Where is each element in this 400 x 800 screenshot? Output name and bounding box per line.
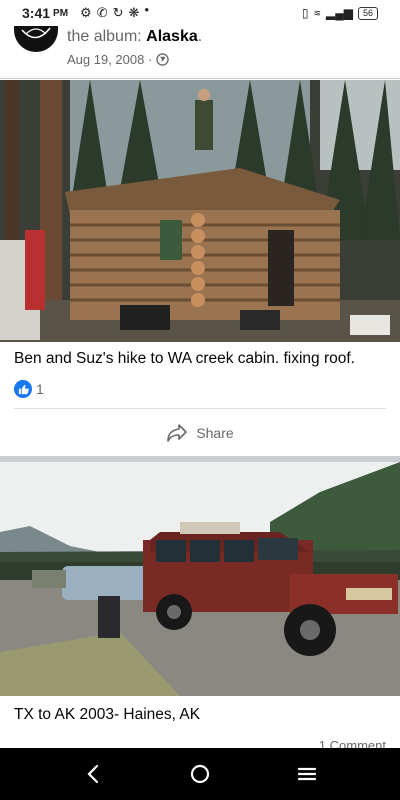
system-nav-bar: [0, 748, 400, 800]
album-link[interactable]: Alaska: [146, 28, 198, 45]
photo-cabin[interactable]: [0, 80, 400, 342]
reactions-summary[interactable]: 1: [14, 380, 44, 398]
post-caption: Ben and Suz's hike to WA creek cabin. fi…: [14, 350, 355, 367]
post-date-text: Aug 19, 2008 ·: [67, 52, 153, 67]
recents-button[interactable]: [287, 754, 327, 794]
post-date[interactable]: Aug 19, 2008 ·: [67, 52, 170, 67]
wifi-icon: ≋: [313, 7, 322, 18]
back-icon: [87, 764, 99, 784]
album-prefix: the album:: [67, 28, 147, 45]
signal-icon: ▂▄▆: [326, 6, 353, 20]
divider: [0, 78, 400, 79]
share-label: Share: [196, 424, 234, 441]
share-button[interactable]: Share: [14, 408, 386, 456]
gear-icon: ⚙: [80, 5, 92, 20]
home-icon: [190, 764, 210, 784]
post-header: the album: Alaska. Aug 19, 2008 ·: [0, 16, 400, 80]
phone-icon: ✆: [96, 5, 108, 20]
sync-icon: ↻: [112, 5, 124, 20]
home-button[interactable]: [180, 754, 220, 794]
app-icon: ❋: [128, 5, 140, 20]
photo-truck[interactable]: [0, 462, 400, 696]
like-icon: [14, 380, 32, 398]
post-caption-2: TX to AK 2003- Haines, AK: [14, 706, 201, 723]
share-icon: [167, 423, 188, 442]
like-count: 1: [36, 381, 44, 397]
dot-icon: ●: [144, 5, 150, 14]
album-suffix: .: [197, 28, 203, 45]
menu-icon: [297, 767, 316, 781]
globe-icon: [156, 53, 170, 66]
album-line: the album: Alaska.: [67, 28, 202, 46]
battery-icon: 56: [357, 6, 378, 20]
vibrate-icon: ▯: [301, 6, 309, 20]
status-bar: 3:41 PM ⚙ ✆ ↻ ❋ ● ▯ ≋ ▂▄▆ 56: [0, 0, 400, 26]
status-time: 3:41: [22, 5, 51, 21]
back-button[interactable]: [73, 754, 113, 794]
status-ampm: PM: [53, 7, 69, 19]
